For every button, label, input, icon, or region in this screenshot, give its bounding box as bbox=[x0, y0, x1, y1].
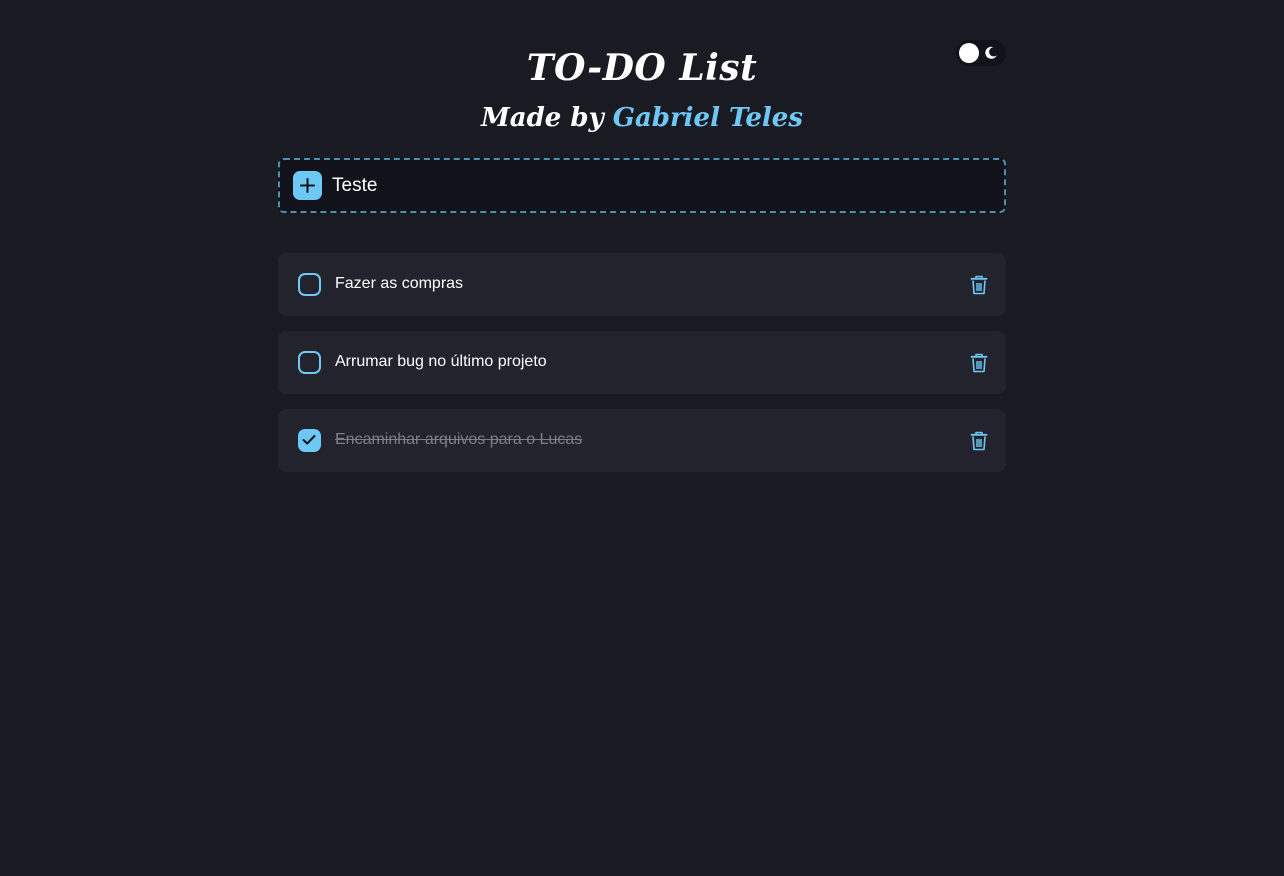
task-checkbox-checked[interactable] bbox=[298, 429, 321, 452]
task-checkbox[interactable] bbox=[298, 273, 321, 296]
header: TO-DO List Made by Gabriel Teles bbox=[278, 0, 1006, 158]
task-item: Encaminhar arquivos para o Lucas bbox=[278, 409, 1006, 472]
main-container: TO-DO List Made by Gabriel Teles Teste F… bbox=[278, 0, 1006, 472]
theme-toggle[interactable] bbox=[956, 40, 1006, 66]
trash-icon[interactable] bbox=[970, 431, 988, 451]
task-checkbox[interactable] bbox=[298, 351, 321, 374]
todo-app: TO-DO List Made by Gabriel Teles Teste F… bbox=[0, 0, 1284, 876]
author-name[interactable]: Gabriel Teles bbox=[613, 103, 803, 133]
add-task-input[interactable] bbox=[332, 171, 972, 200]
moon-icon bbox=[985, 46, 997, 59]
task-list: Fazer as compras Arrumar bug no último p… bbox=[278, 253, 1006, 487]
toggle-knob-icon bbox=[959, 43, 979, 63]
add-task-button[interactable] bbox=[293, 171, 322, 200]
task-item: Fazer as compras bbox=[278, 253, 1006, 316]
page-subtitle: Made by Gabriel Teles bbox=[278, 100, 1006, 136]
checkmark-icon bbox=[302, 435, 316, 445]
task-item: Arrumar bug no último projeto bbox=[278, 331, 1006, 394]
task-text: Fazer as compras bbox=[335, 275, 464, 292]
subtitle-prefix: Made by bbox=[481, 103, 604, 133]
page-title: TO-DO List bbox=[526, 47, 758, 89]
trash-icon[interactable] bbox=[970, 353, 988, 373]
add-task-bar bbox=[278, 158, 1006, 213]
task-text: Arrumar bug no último projeto bbox=[335, 353, 547, 370]
plus-icon bbox=[300, 178, 315, 193]
trash-icon[interactable] bbox=[970, 275, 988, 295]
task-text-completed: Encaminhar arquivos para o Lucas bbox=[335, 431, 583, 448]
